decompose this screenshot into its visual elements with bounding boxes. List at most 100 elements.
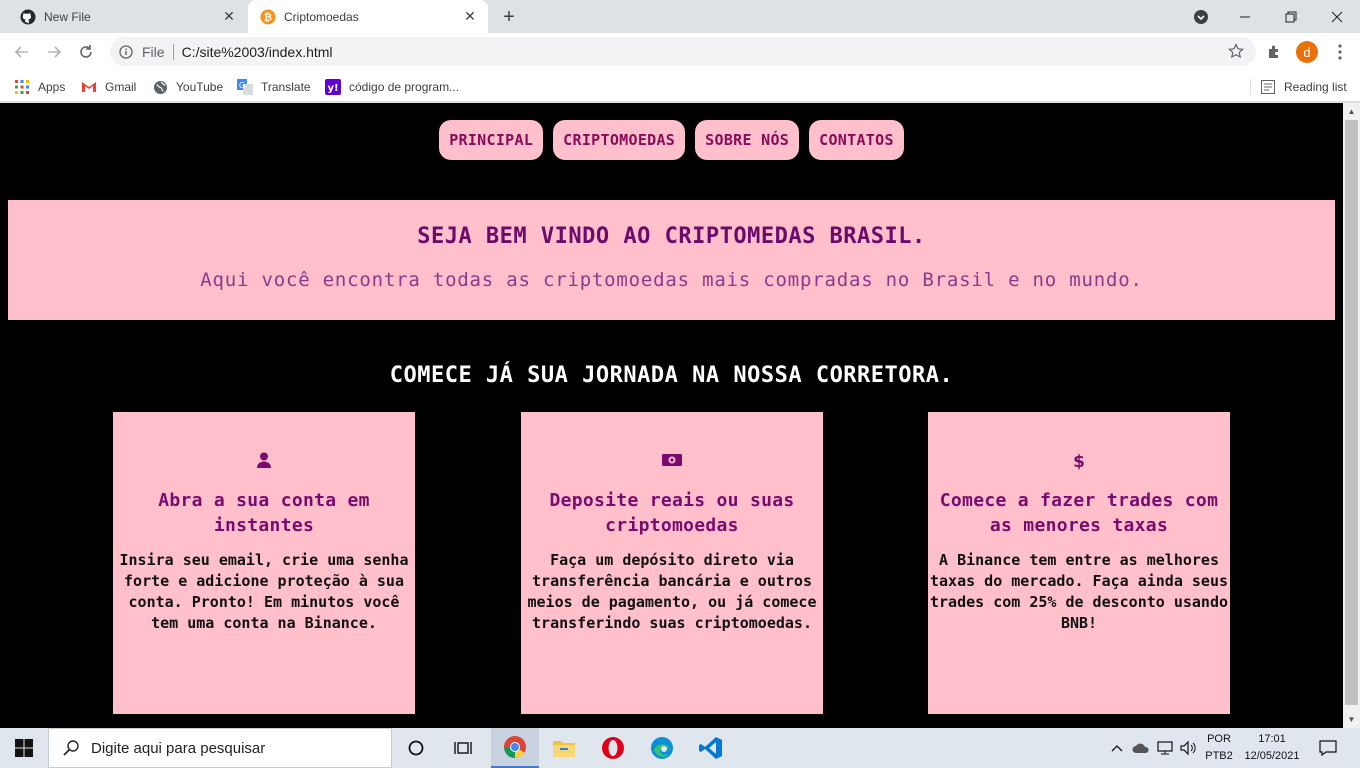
bookmark-label: YouTube <box>176 80 224 94</box>
extensions-icon[interactable] <box>1264 42 1284 62</box>
cta-title: COMECE JÁ SUA JORNADA NA NOSSA CORRETORA… <box>389 363 954 388</box>
close-icon[interactable]: ✕ <box>219 7 239 27</box>
keyboard-layout: PTB2 <box>1205 750 1233 762</box>
card-title: Comece a fazer trades com as menores tax… <box>939 490 1219 536</box>
taskbar-search[interactable]: Digite aqui para pesquisar <box>48 728 392 768</box>
nav-principal[interactable]: PRINCIPAL <box>439 120 544 160</box>
notification-icon[interactable] <box>1314 728 1342 768</box>
nav-sobre-nos[interactable]: SOBRE NÓS <box>695 120 800 160</box>
file-explorer-icon[interactable] <box>540 728 588 768</box>
edge-icon[interactable] <box>638 728 686 768</box>
network-icon[interactable] <box>1154 728 1176 768</box>
volume-icon[interactable] <box>1178 728 1200 768</box>
bookmark-apps[interactable]: Apps <box>14 76 65 98</box>
hero-banner: SEJA BEM VINDO AO CRIPTOMEDAS BRASIL. Aq… <box>8 200 1335 320</box>
clock-time: 17:01 <box>1258 733 1286 745</box>
svg-text:₿: ₿ <box>264 11 272 23</box>
card-title: Deposite reais ou suas criptomoedas <box>549 490 795 536</box>
reload-button[interactable] <box>74 40 98 64</box>
svg-text:$: $ <box>1073 452 1085 470</box>
card-text: Insira seu email, crie uma senha forte e… <box>119 551 409 632</box>
globe-icon <box>152 79 168 95</box>
browser-toolbar: File C:/site%2003/index.html d <box>0 33 1360 71</box>
language-indicator[interactable]: POR PTB2 <box>1203 731 1235 765</box>
bookmarks-divider <box>1250 79 1251 95</box>
site-nav: PRINCIPAL CRIPTOMOEDAS SOBRE NÓS CONTATO… <box>0 120 1343 160</box>
onedrive-icon[interactable] <box>1130 728 1152 768</box>
task-view-icon[interactable] <box>440 728 488 768</box>
tab-title: New File <box>44 9 91 24</box>
card-title: Abra a sua conta em instantes <box>158 490 370 536</box>
hero-subtitle: Aqui você encontra todas as criptomoedas… <box>200 269 1143 291</box>
reading-list-label: Reading list <box>1284 80 1347 94</box>
bookmark-label: código de program... <box>349 80 460 94</box>
reading-list-button[interactable]: Reading list <box>1260 76 1347 98</box>
restore-button[interactable] <box>1268 0 1314 33</box>
tab-strip: New File ✕ ₿ Criptomoedas ✕ + <box>0 0 1360 33</box>
github-icon <box>20 9 36 25</box>
card-text: Faça um depósito direto via transferênci… <box>527 551 817 632</box>
reading-list-icon <box>1260 79 1276 95</box>
chevron-up-icon[interactable] <box>1108 728 1126 768</box>
money-bill-icon <box>521 452 823 470</box>
bitcoin-icon: ₿ <box>260 9 276 25</box>
page-viewport: PRINCIPAL CRIPTOMOEDAS SOBRE NÓS CONTATO… <box>0 103 1343 728</box>
windows-taskbar: Digite aqui para pesquisar POR PTB2 17:0… <box>0 728 1360 768</box>
page-scrollbar[interactable]: ▲ ▼ <box>1343 103 1360 728</box>
scrollbar-thumb[interactable] <box>1345 120 1358 705</box>
bookmark-codigo[interactable]: y! código de program... <box>325 76 459 98</box>
card-trades: $ Comece a fazer trades com as menores t… <box>928 412 1230 714</box>
bookmark-label: Translate <box>261 80 311 94</box>
address-bar[interactable]: File C:/site%2003/index.html <box>110 37 1256 66</box>
apps-grid-icon <box>14 79 30 95</box>
system-clock[interactable]: 17:01 12/05/2021 <box>1240 731 1304 765</box>
forward-button[interactable] <box>42 40 66 64</box>
card-open-account: Abra a sua conta em instantes Insira seu… <box>113 412 415 714</box>
cortana-icon[interactable] <box>392 728 440 768</box>
chrome-icon[interactable] <box>491 728 539 768</box>
tab-search-icon[interactable] <box>1178 0 1224 33</box>
translate-icon: G <box>237 79 253 95</box>
bookmark-translate[interactable]: G Translate <box>237 76 311 98</box>
user-icon <box>113 452 415 470</box>
language-code: POR <box>1207 733 1231 745</box>
search-placeholder: Digite aqui para pesquisar <box>91 739 266 757</box>
profile-avatar[interactable]: d <box>1296 41 1318 63</box>
close-window-button[interactable] <box>1314 0 1360 33</box>
bookmark-gmail[interactable]: Gmail <box>81 76 136 98</box>
opera-icon[interactable] <box>589 728 637 768</box>
windows-start-icon[interactable] <box>0 728 48 768</box>
nav-contatos[interactable]: CONTATOS <box>809 120 904 160</box>
url-path: C:/site%2003/index.html <box>181 43 333 60</box>
bookmark-label: Gmail <box>105 80 137 94</box>
svg-text:y!: y! <box>327 83 338 94</box>
card-deposit: Deposite reais ou suas criptomoedas Faça… <box>521 412 823 714</box>
bookmark-star-icon[interactable] <box>1228 43 1244 59</box>
tab-title: Criptomoedas <box>284 9 359 24</box>
search-icon <box>63 740 79 756</box>
tab-criptomoedas[interactable]: ₿ Criptomoedas ✕ <box>248 0 488 33</box>
back-button[interactable] <box>10 40 34 64</box>
minimize-button[interactable] <box>1222 0 1268 33</box>
url-separator <box>172 43 174 60</box>
close-icon[interactable]: ✕ <box>460 7 480 27</box>
scroll-up-icon[interactable]: ▲ <box>1343 103 1360 120</box>
tab-new-file[interactable]: New File ✕ <box>0 0 247 33</box>
hero-title: SEJA BEM VINDO AO CRIPTOMEDAS BRASIL. <box>417 224 926 249</box>
scroll-down-icon[interactable]: ▼ <box>1343 711 1360 728</box>
new-tab-button[interactable]: + <box>497 5 521 29</box>
card-text: A Binance tem entre as melhores taxas do… <box>930 551 1229 632</box>
gmail-icon <box>81 79 97 95</box>
vscode-icon[interactable] <box>687 728 735 768</box>
yahoo-icon: y! <box>325 79 341 95</box>
info-icon[interactable] <box>118 44 134 60</box>
bookmark-youtube[interactable]: YouTube <box>152 76 223 98</box>
url-scheme: File <box>142 43 165 60</box>
bookmarks-bar: Apps Gmail YouTube G Translate y! código… <box>0 71 1360 102</box>
nav-criptomoedas[interactable]: CRIPTOMOEDAS <box>553 120 686 160</box>
svg-text:G: G <box>239 81 245 90</box>
bookmark-label: Apps <box>38 80 66 94</box>
clock-date: 12/05/2021 <box>1244 750 1300 762</box>
dollar-icon: $ <box>928 452 1230 470</box>
menu-kebab-icon[interactable] <box>1330 42 1350 62</box>
